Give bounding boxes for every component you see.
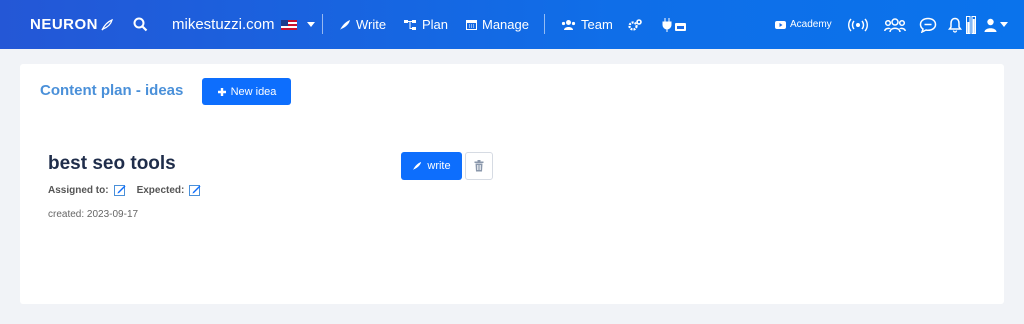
search-icon: [133, 17, 148, 32]
chat-icon: [919, 17, 937, 33]
nav-manage-label: Manage: [482, 17, 529, 32]
broadcast-icon: [848, 18, 868, 31]
expected-label: Expected:: [136, 184, 185, 196]
nav-plan[interactable]: Plan: [403, 0, 448, 49]
plus-icon: [217, 87, 226, 96]
settings-button[interactable]: [627, 0, 643, 49]
edit-assigned-icon[interactable]: [113, 184, 126, 196]
feather-icon: [340, 19, 350, 30]
team-icon: [561, 19, 576, 30]
usage-indicator[interactable]: [966, 0, 976, 49]
community-button[interactable]: [884, 0, 906, 49]
bell-icon: [948, 17, 962, 33]
idea-title: best seo tools: [48, 153, 176, 174]
academy-link[interactable]: Academy: [775, 0, 832, 49]
feather-icon: [413, 161, 422, 171]
youtube-icon: [775, 20, 786, 29]
idea-meta: Assigned to: Expected:: [48, 184, 201, 196]
calendar-icon: [466, 20, 477, 30]
plug-icon: [662, 17, 686, 32]
nav-plan-label: Plan: [422, 17, 449, 32]
page-title: Content plan - ideas: [40, 82, 184, 99]
nav-team-label: Team: [581, 17, 613, 32]
chevron-down-icon: [306, 22, 315, 27]
sitemap-icon: [404, 19, 416, 30]
broadcast-button[interactable]: [848, 0, 868, 49]
chevron-down-icon: [1000, 22, 1008, 27]
search-button[interactable]: [133, 0, 148, 49]
feather-logo-icon: [101, 18, 113, 30]
nav-manage[interactable]: Manage: [466, 0, 529, 49]
integrations-button[interactable]: [662, 0, 688, 49]
notifications-button[interactable]: [948, 0, 962, 49]
nav-divider: [544, 14, 545, 34]
top-navbar: NEURON mikestuzzi.com Write Plan Manage …: [0, 0, 1024, 49]
site-name: mikestuzzi.com: [172, 16, 275, 33]
nav-write-label: Write: [356, 17, 387, 32]
site-selector[interactable]: mikestuzzi.com: [172, 0, 315, 49]
edit-expected-icon[interactable]: [189, 184, 201, 196]
chat-button[interactable]: [919, 0, 937, 49]
nav-divider: [322, 14, 323, 34]
write-label: write: [427, 160, 451, 172]
delete-idea-button[interactable]: [465, 152, 493, 180]
nav-write[interactable]: Write: [339, 0, 386, 49]
user-menu[interactable]: [984, 0, 1008, 49]
usage-bars-icon: [966, 15, 976, 34]
us-flag-icon: [280, 19, 297, 30]
neuron-logo[interactable]: NEURON: [30, 0, 114, 49]
users-icon: [884, 17, 906, 32]
nav-team[interactable]: Team: [561, 0, 613, 49]
assigned-label: Assigned to:: [48, 184, 109, 196]
trash-icon: [474, 160, 484, 172]
new-idea-label: New idea: [230, 85, 277, 98]
new-idea-button[interactable]: New idea: [202, 78, 291, 105]
brand-name: NEURON: [30, 16, 99, 33]
academy-label: Academy: [790, 19, 832, 30]
write-button[interactable]: write: [401, 152, 462, 180]
user-icon: [984, 18, 997, 32]
gears-icon: [628, 18, 642, 31]
created-date: created: 2023-09-17: [48, 209, 139, 220]
